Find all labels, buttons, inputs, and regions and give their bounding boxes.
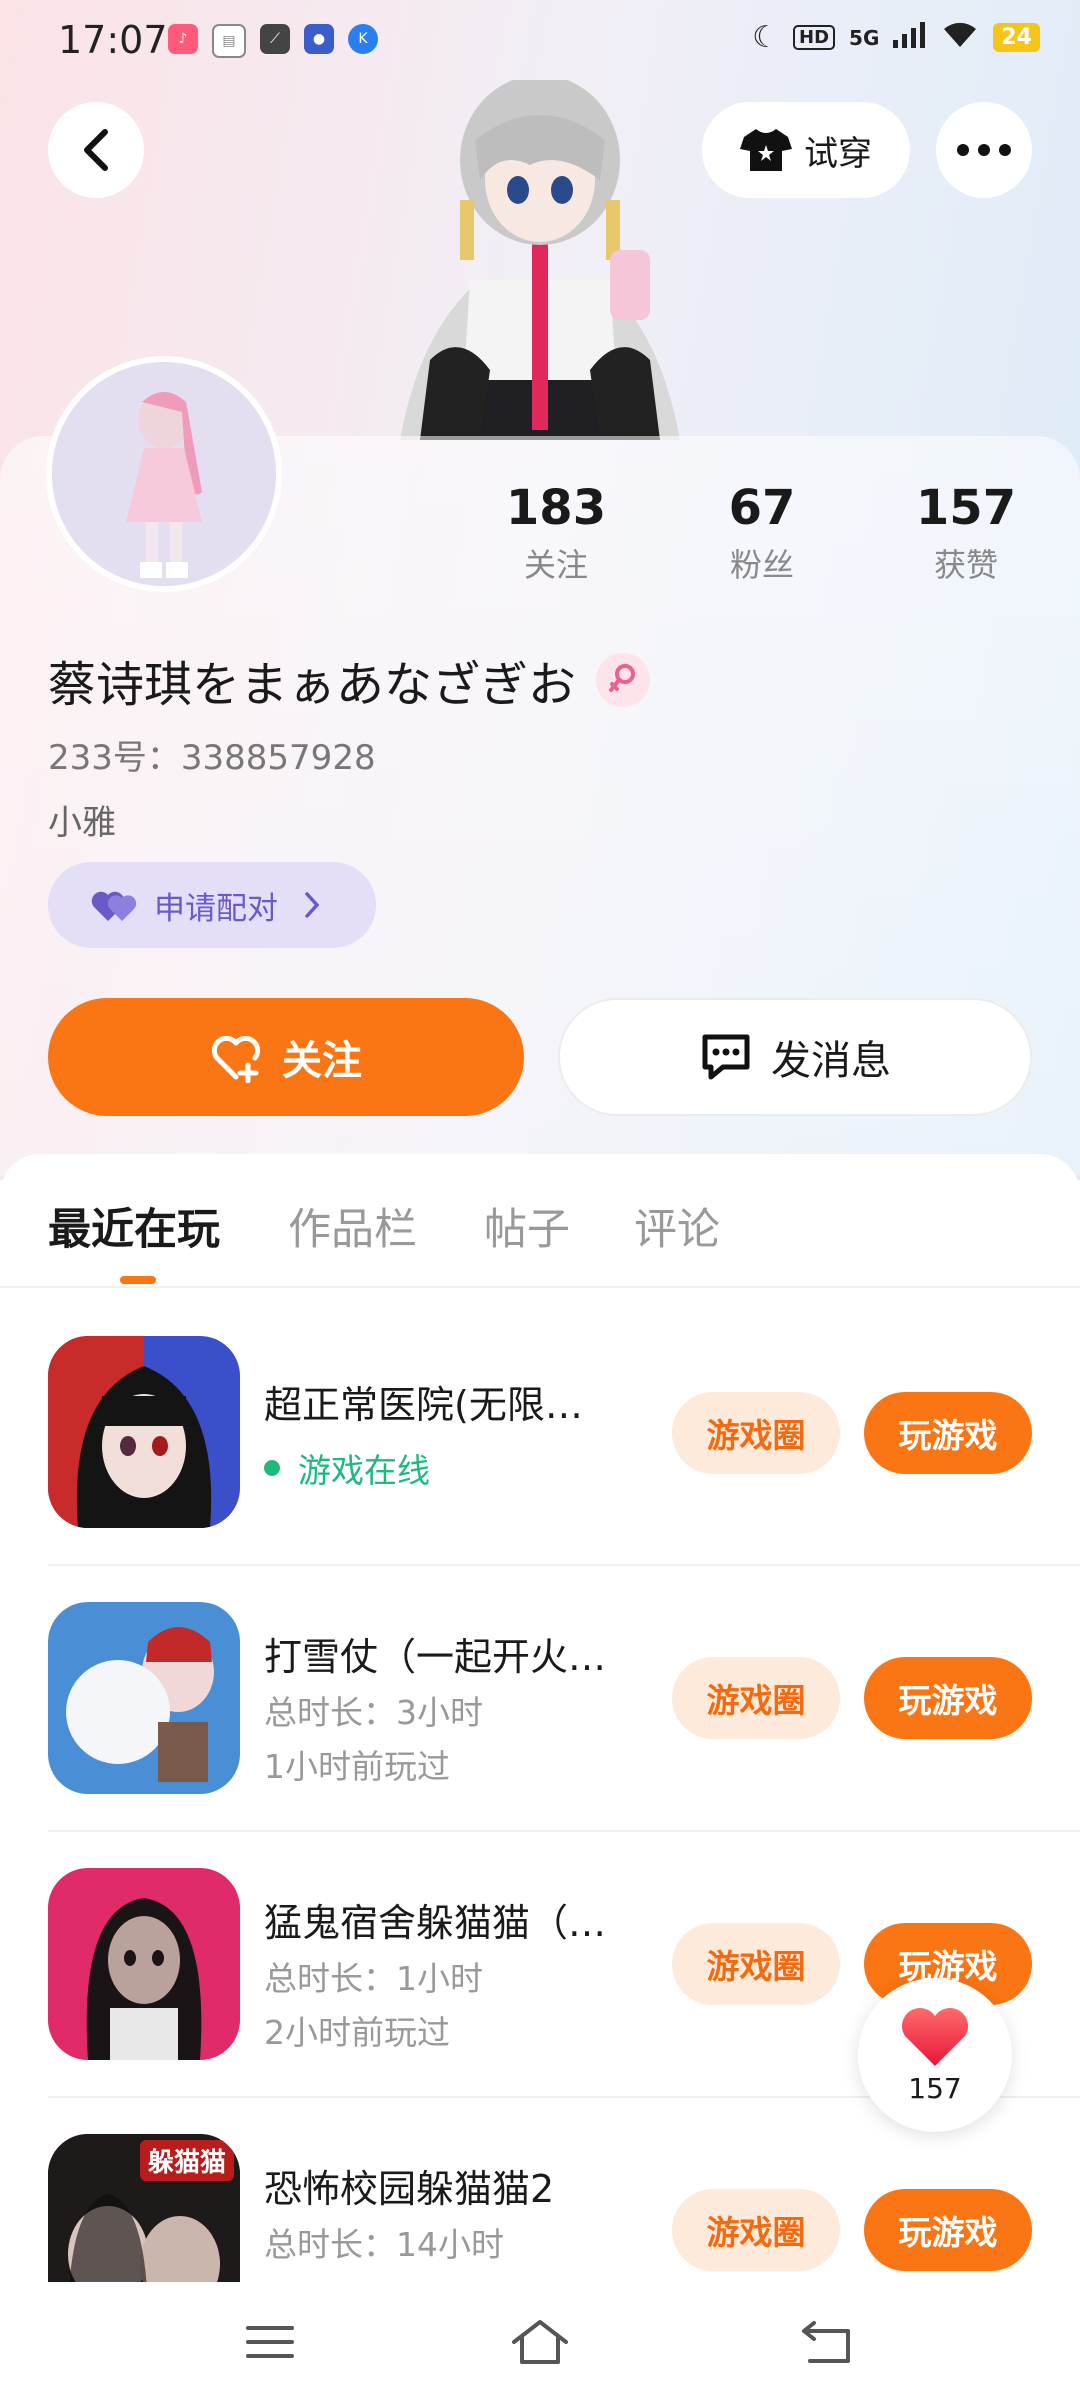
- tab-comments[interactable]: 评论: [634, 1195, 720, 1257]
- send-message-label: 发消息: [771, 1038, 891, 1084]
- chat-bubble-icon: [702, 1034, 750, 1080]
- followers-stat[interactable]: 67 粉丝: [682, 480, 842, 586]
- notification-icons: ♪ ▤ ⟋ ● K: [168, 24, 378, 58]
- female-gender-icon: [596, 653, 651, 707]
- back-button[interactable]: [48, 102, 144, 198]
- menu-icon: [246, 2326, 294, 2358]
- try-on-label: 试穿: [804, 133, 872, 174]
- user-id: 233号：338857928: [48, 738, 376, 778]
- game-circle-button[interactable]: 游戏圈: [672, 1923, 840, 2005]
- following-stat[interactable]: 183 关注: [476, 480, 636, 586]
- more-button[interactable]: [936, 102, 1032, 198]
- game-title: 超正常医院(无限…: [264, 1383, 583, 1427]
- game-icon: 躲猫猫: [48, 2134, 240, 2282]
- signal-icon: [893, 21, 927, 54]
- chevron-right-icon: [305, 892, 320, 918]
- heart-icon: [901, 2007, 969, 2066]
- tab-posts[interactable]: 帖子: [484, 1195, 570, 1257]
- tshirt-icon: [740, 129, 792, 171]
- game-circle-button[interactable]: 游戏圈: [672, 1392, 840, 1474]
- following-count: 183: [505, 480, 607, 536]
- game-last-played: 2小时前玩过: [264, 2272, 450, 2282]
- recent-apps-button[interactable]: [230, 2312, 310, 2372]
- likes-count: 157: [915, 480, 1017, 536]
- game-title: 恐怖校园躲猫猫2: [264, 2167, 555, 2211]
- request-pair-label: 申请配对: [154, 890, 278, 927]
- game-list-item[interactable]: 超正常医院(无限… 游戏在线 游戏圈 玩游戏: [0, 1336, 1080, 1602]
- like-count: 157: [908, 2071, 962, 2105]
- tab-divider: [0, 1286, 1080, 1288]
- document-notification-icon: ▤: [212, 24, 246, 58]
- system-indicators: ☾ HD 5G 24: [752, 20, 1040, 55]
- play-game-button[interactable]: 玩游戏: [864, 2189, 1032, 2271]
- battery-icon: 24: [993, 23, 1040, 52]
- online-dot-icon: [264, 1460, 280, 1476]
- game-list-item[interactable]: 打雪仗（一起开火… 总时长：3小时 1小时前玩过 游戏圈 玩游戏: [0, 1602, 1080, 1868]
- game-icon: [48, 1602, 240, 1794]
- tab-works[interactable]: 作品栏: [288, 1195, 417, 1257]
- app-notification-icon: K: [348, 24, 378, 54]
- row-divider: [48, 1564, 1080, 1566]
- game-last-played: 2小时前玩过: [264, 2013, 450, 2052]
- follow-button[interactable]: 关注: [48, 998, 524, 1116]
- home-button[interactable]: [500, 2312, 580, 2372]
- game-circle-button[interactable]: 游戏圈: [672, 2189, 840, 2271]
- network-icon: 5G: [849, 25, 880, 50]
- hearts-icon: [91, 891, 137, 921]
- followers-count: 67: [728, 480, 796, 536]
- chevron-left-icon: [84, 129, 108, 171]
- moon-icon: ☾: [752, 20, 780, 55]
- app-notification-icon: ●: [304, 24, 334, 54]
- online-status-text: 游戏在线: [298, 1451, 430, 1490]
- back-nav-button[interactable]: [786, 2312, 866, 2372]
- play-game-button[interactable]: 玩游戏: [864, 1392, 1032, 1474]
- back-icon: [802, 2321, 850, 2363]
- likes-stat[interactable]: 157 获赞: [886, 480, 1046, 586]
- send-message-button[interactable]: 发消息: [558, 998, 1032, 1116]
- game-icon: [48, 1336, 240, 1528]
- avatar[interactable]: [46, 356, 282, 592]
- play-game-button[interactable]: 玩游戏: [864, 1657, 1032, 1739]
- likes-label: 获赞: [933, 546, 998, 584]
- more-icon: [957, 144, 1011, 156]
- game-duration: 总时长：1小时: [264, 1959, 483, 1998]
- avatar-image: [52, 362, 276, 586]
- user-bio: 小雅: [48, 803, 116, 843]
- request-pair-button[interactable]: 申请配对: [48, 862, 376, 948]
- game-icon: [48, 1868, 240, 2060]
- game-title: 打雪仗（一起开火…: [264, 1635, 607, 1679]
- game-duration: 总时长：14小时: [264, 2225, 504, 2264]
- game-circle-button[interactable]: 游戏圈: [672, 1657, 840, 1739]
- followers-label: 粉丝: [729, 546, 794, 584]
- system-navigation-bar: [0, 2282, 1080, 2408]
- avatar-character-image: [400, 80, 680, 440]
- nickname-row: 蔡诗琪をまぁあなざぎお: [48, 645, 651, 715]
- game-icon-label: 躲猫猫: [139, 2140, 234, 2181]
- hd-icon: HD: [793, 25, 836, 50]
- wifi-icon: [941, 21, 979, 55]
- row-divider: [48, 1830, 1080, 1832]
- game-list-item[interactable]: 躲猫猫 恐怖校园躲猫猫2 总时长：14小时 2小时前玩过 游戏圈 玩游戏: [0, 2134, 1080, 2282]
- app-notification-icon: ♪: [168, 24, 198, 54]
- game-duration: 总时长：3小时: [264, 1693, 483, 1732]
- try-on-button[interactable]: 试穿: [702, 102, 910, 198]
- status-bar: 17:07 ♪ ▤ ⟋ ● K ☾ HD 5G 24: [0, 0, 1080, 80]
- status-time: 17:07: [58, 18, 168, 62]
- follow-label: 关注: [282, 1038, 362, 1084]
- heart-plus-icon: [211, 1035, 261, 1083]
- game-online-status: 游戏在线: [264, 1444, 430, 1492]
- home-icon: [512, 2320, 568, 2364]
- game-title: 猛鬼宿舍躲猫猫（…: [264, 1901, 607, 1945]
- like-float-button[interactable]: 157: [858, 1978, 1012, 2132]
- nickname: 蔡诗琪をまぁあなざぎお: [48, 657, 577, 713]
- tab-recently-played[interactable]: 最近在玩: [48, 1195, 220, 1257]
- active-tab-indicator: [120, 1276, 156, 1284]
- game-last-played: 1小时前玩过: [264, 1747, 450, 1786]
- following-label: 关注: [523, 546, 588, 584]
- link-notification-icon: ⟋: [260, 24, 290, 54]
